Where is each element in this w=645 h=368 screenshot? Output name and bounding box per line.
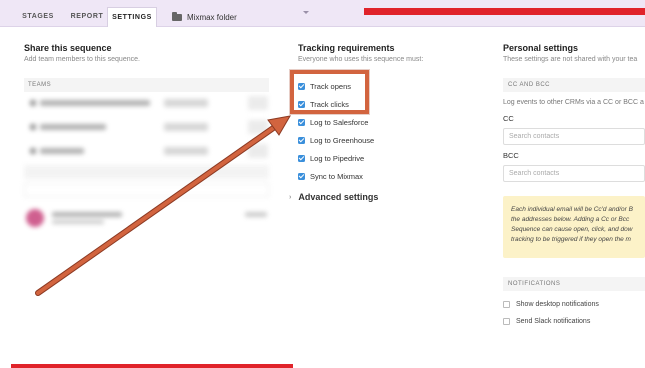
log-to-greenhouse-option[interactable]: Log to Greenhouse (298, 131, 468, 149)
tracking-subtitle: Everyone who uses this sequence must: (298, 56, 424, 63)
advanced-settings-label: Advanced settings (298, 192, 379, 202)
option-label: Send Slack notifications (516, 318, 591, 325)
share-title: Share this sequence (24, 43, 112, 53)
checkbox-checked-icon[interactable] (298, 136, 305, 144)
advanced-settings-toggle[interactable]: › Advanced settings (289, 192, 468, 202)
checkbox-checked-icon[interactable] (298, 118, 305, 126)
warning-line: Each individual email will be Cc'd and/o… (511, 206, 633, 213)
sync-to-mixmax-option[interactable]: Sync to Mixmax (298, 167, 468, 185)
members-header (24, 165, 269, 179)
desktop-notifications-option[interactable]: Show desktop notifications (503, 301, 645, 308)
chevron-down-icon[interactable] (303, 11, 309, 14)
bcc-input[interactable]: Search contacts (503, 165, 645, 182)
log-to-salesforce-option[interactable]: Log to Salesforce (298, 113, 468, 131)
team-row (24, 92, 269, 116)
chevron-right-icon: › (289, 193, 292, 201)
cc-bcc-header: CC AND BCC (503, 78, 645, 92)
personal-title: Personal settings (503, 43, 579, 53)
warning-line: tracking to be triggered if they open th… (511, 236, 631, 243)
tab-report[interactable]: REPORT (62, 7, 112, 27)
member-row (24, 205, 269, 239)
share-subtitle: Add team members to this sequence. (24, 56, 140, 63)
personal-subtitle: These settings are not shared with your … (503, 56, 638, 63)
tab-settings[interactable]: SETTINGS (107, 7, 157, 27)
slack-notifications-option[interactable]: Send Slack notifications (503, 318, 645, 325)
red-annotation-bar (364, 8, 645, 15)
cc-input[interactable]: Search contacts (503, 128, 645, 145)
share-section: Share this sequence Add team members to … (24, 43, 269, 239)
option-label: Log to Greenhouse (310, 135, 375, 145)
cc-bcc-warning: Each individual email will be Cc'd and/o… (503, 196, 645, 258)
warning-line: the addresses below. Adding a Cc or Bcc (511, 216, 630, 223)
cc-label: CC (503, 114, 514, 123)
folder-selector[interactable]: Mixmax folder (172, 8, 237, 26)
folder-name: Mixmax folder (187, 12, 237, 22)
highlight-box (290, 70, 369, 114)
checkbox-checked-icon[interactable] (298, 154, 305, 162)
notifications-header: NOTIFICATIONS (503, 277, 645, 291)
folder-icon (172, 11, 182, 21)
red-annotation-bar (11, 364, 293, 368)
teams-header: TEAMS (24, 78, 269, 92)
option-label: Log to Pipedrive (310, 153, 365, 163)
team-row (24, 116, 269, 140)
option-label: Sync to Mixmax (310, 171, 363, 181)
checkbox-unchecked-icon[interactable] (503, 318, 510, 325)
checkbox-checked-icon[interactable] (298, 172, 305, 180)
tracking-section: Tracking requirements Everyone who uses … (289, 43, 468, 202)
teams-list-blurred (24, 92, 269, 239)
search-members-input (24, 183, 269, 197)
tracking-title: Tracking requirements (298, 43, 395, 53)
bcc-label: BCC (503, 151, 519, 160)
option-label: Log to Salesforce (310, 117, 369, 127)
cc-bcc-description: Log events to other CRMs via a CC or BCC… (503, 99, 644, 106)
checkbox-unchecked-icon[interactable] (503, 301, 510, 308)
personal-settings-section: Personal settings These settings are not… (503, 43, 645, 325)
team-row (24, 140, 269, 164)
avatar (26, 209, 44, 227)
log-to-pipedrive-option[interactable]: Log to Pipedrive (298, 149, 468, 167)
option-label: Show desktop notifications (516, 301, 599, 308)
tab-stages[interactable]: STAGES (14, 7, 62, 27)
warning-line: Sequence can cause open, click, and dow (511, 226, 633, 233)
